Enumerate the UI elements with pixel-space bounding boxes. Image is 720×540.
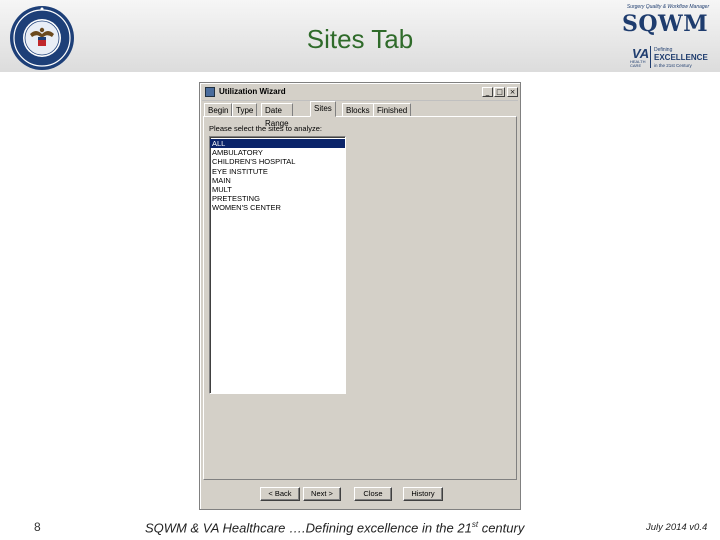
tab-sites[interactable]: Sites xyxy=(310,101,336,117)
list-item[interactable]: CHILDREN'S HOSPITAL xyxy=(210,157,345,166)
close-button[interactable]: Close xyxy=(354,487,392,501)
logo-excellence-text: EXCELLENCE xyxy=(654,53,708,62)
sites-tab-panel: Please select the sites to analyze: ALL … xyxy=(203,116,517,480)
tab-date-range[interactable]: Date Range xyxy=(261,103,293,128)
logo-tagline: Surgery Quality & Workflow Manager xyxy=(626,4,710,10)
list-item[interactable]: MULT xyxy=(210,185,345,194)
logo-century-text: in the 21st Century xyxy=(654,63,692,68)
footer-caption: SQWM & VA Healthcare ….Defining excellen… xyxy=(145,520,524,535)
tab-finished[interactable]: Finished xyxy=(373,103,412,117)
close-window-button[interactable]: × xyxy=(507,87,518,97)
back-button[interactable]: < Back xyxy=(260,487,300,501)
page-number: 8 xyxy=(34,520,41,534)
minimize-button[interactable]: _ xyxy=(482,87,493,97)
footer-caption-main: SQWM & VA Healthcare ….Defining excellen… xyxy=(145,520,472,536)
app-window-icon xyxy=(205,87,215,97)
sites-prompt: Please select the sites to analyze: xyxy=(209,124,322,133)
list-item[interactable]: EYE INSTITUTE xyxy=(210,167,345,176)
logo-divider xyxy=(650,46,651,68)
sqwm-logo: Surgery Quality & Workflow Manager SQWM … xyxy=(616,4,716,70)
tab-type[interactable]: Type xyxy=(232,103,258,117)
sites-listbox[interactable]: ALL AMBULATORY CHILDREN'S HOSPITAL EYE I… xyxy=(209,136,346,394)
list-item[interactable]: WOMEN'S CENTER xyxy=(210,203,345,212)
wizard-button-bar: < Back Next > Close History xyxy=(203,483,517,507)
tab-blocks[interactable]: Blocks xyxy=(342,103,374,117)
window-title: Utilization Wizard xyxy=(219,87,286,96)
slide-title: Sites Tab xyxy=(306,24,414,54)
list-item[interactable]: PRETESTING xyxy=(210,194,345,203)
next-button[interactable]: Next > xyxy=(303,487,341,501)
version-label: July 2014 v0.4 xyxy=(646,522,708,533)
utilization-wizard-window: Utilization Wizard _ □ × Begin Type Date… xyxy=(199,82,521,510)
window-titlebar[interactable]: Utilization Wizard _ □ × xyxy=(202,85,518,101)
maximize-button[interactable]: □ xyxy=(494,87,505,97)
logo-sqwm-text: SQWM xyxy=(622,11,709,37)
history-button[interactable]: History xyxy=(403,487,443,501)
list-item[interactable]: AMBULATORY xyxy=(210,148,345,157)
logo-health-care-text: HEALTH CARE xyxy=(630,59,646,68)
list-item[interactable]: ALL xyxy=(210,139,345,149)
list-item[interactable]: MAIN xyxy=(210,176,345,185)
footer-caption-end: century xyxy=(478,520,525,536)
tab-begin[interactable]: Begin xyxy=(204,103,233,117)
